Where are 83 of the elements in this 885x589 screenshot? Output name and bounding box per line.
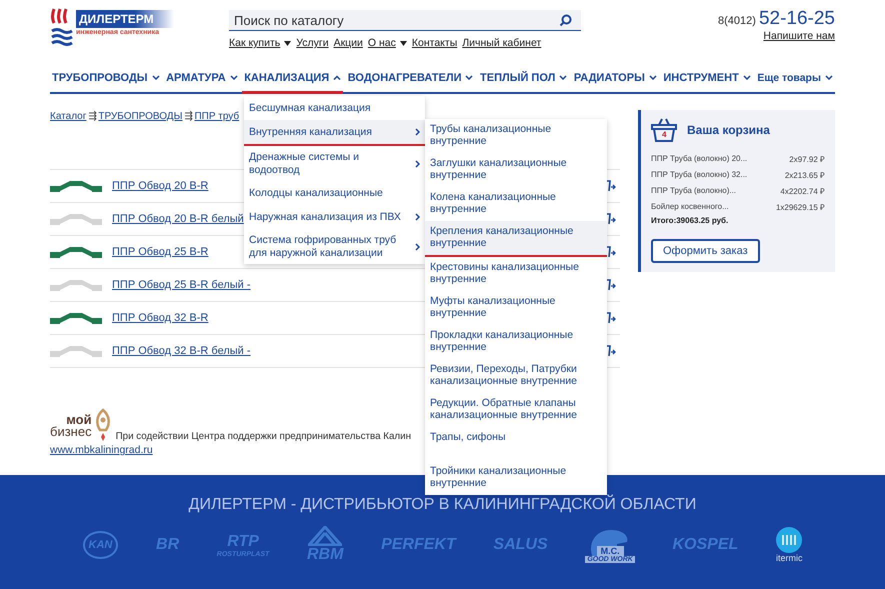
product-link[interactable]: ППР Обвод 25 B-R <box>112 246 208 258</box>
cart-item-name: ППР Труба (волокно)... <box>651 186 736 194</box>
phone-number: 52-16-25 <box>758 8 835 30</box>
menu-item[interactable]: Трапы, сифоны <box>425 427 607 461</box>
chevron-right-icon <box>415 160 420 168</box>
nav-tab[interactable]: ТЕПЛЫЙ ПОЛ <box>478 64 570 94</box>
breadcrumb-link[interactable]: Каталог <box>50 110 86 122</box>
add-to-cart-icon[interactable] <box>604 245 616 259</box>
chevron-right-icon <box>415 213 420 222</box>
menu-item[interactable]: Прокладки канализационные внутренние <box>425 325 607 359</box>
caret-icon <box>400 40 407 46</box>
product-link[interactable]: ППР Обвод 25 B-R белый - <box>112 279 251 291</box>
menu-item[interactable]: Крепления канализационные внутренние <box>425 221 607 257</box>
nav-tab[interactable]: ВОДОНАГРЕВАТЕЛИ <box>346 64 476 94</box>
menu-item[interactable]: Система гофрированных труб для наружной канализации <box>244 229 425 264</box>
add-to-cart-icon[interactable] <box>604 212 616 226</box>
cart-title: Ваша корзина <box>687 123 770 137</box>
chevron-down-icon <box>742 75 751 80</box>
support-link[interactable]: www.mbkaliningrad.ru <box>50 444 153 456</box>
cart-item-name: ППР Труба (волокно) 20... <box>651 154 748 162</box>
menu-item[interactable]: Наружная канализация из ПВХ <box>244 205 425 230</box>
cart-item-name: ППР Труба (волокно) 32... <box>651 170 748 178</box>
nav-tab[interactable]: Еще товары <box>755 64 835 94</box>
breadcrumb-link[interactable]: ТРУБОПРОВОДЫ <box>98 110 182 122</box>
cart-item-name: Бойлер косвенного... <box>651 202 729 210</box>
checkout-button[interactable]: Оформить заказ <box>651 239 760 263</box>
menu-item[interactable]: Внутренняя канализация <box>244 120 425 146</box>
search-field[interactable]: Поиск по каталогу <box>229 10 581 31</box>
chevron-down-icon <box>152 75 160 80</box>
chevron-down-icon <box>559 75 568 80</box>
cart-total: Итого:39063.25 руб. <box>651 216 730 225</box>
product-link[interactable]: ППР Обвод 32 B-R белый - <box>112 345 251 357</box>
nav-tab[interactable]: ИНСТРУМЕНТ <box>661 64 753 94</box>
menu-item[interactable]: Муфты канализационные внутренние <box>425 291 607 325</box>
add-to-cart-icon[interactable] <box>604 179 616 193</box>
menu-item[interactable]: Колена канализационные внутренние <box>425 187 607 221</box>
top-link[interactable]: Услуги <box>296 37 329 49</box>
menu-item[interactable]: Бесшумная канализация <box>244 96 425 120</box>
footer-title: ДИЛЕРТЕРМ - ДИСТРИБЬЮТОР В КАЛИНИНГРАДСКОЙ ОБЛАСТИ <box>188 496 696 514</box>
support-logo: мой бизнес <box>50 408 112 442</box>
top-link[interactable]: Личный кабинет <box>462 37 542 49</box>
chevron-down-icon <box>465 75 474 80</box>
add-to-cart-icon[interactable] <box>604 311 616 325</box>
support-text: При содействии Центра поддержки предпринимательства Калин <box>116 431 412 442</box>
chevron-right-icon <box>415 242 420 251</box>
nav-tab[interactable]: АРМАТУРА <box>164 64 240 94</box>
chevron-right-icon <box>415 128 420 136</box>
phone-code: 8(4012) <box>718 15 756 27</box>
menu-item[interactable]: Крестовины канализационные внутренние <box>425 257 607 291</box>
chevron-down-icon <box>648 75 657 80</box>
menu-item[interactable]: Тройники канализационные внутренние <box>425 461 607 495</box>
caret-icon <box>284 40 292 46</box>
add-to-cart-icon[interactable] <box>604 344 616 358</box>
cart-item-price: 1x29629.15 ₽ <box>776 202 825 212</box>
nav-tab[interactable]: РАДИАТОРЫ <box>572 64 659 94</box>
menu-item[interactable]: Дренажные системы и водоотвод <box>244 146 425 182</box>
chevron-down-icon <box>230 75 238 80</box>
add-to-cart-icon[interactable] <box>604 278 616 292</box>
top-link[interactable]: Контакты <box>412 37 458 49</box>
menu-item[interactable]: Заглушки канализационные внутренние <box>425 153 607 187</box>
search-icon[interactable] <box>559 14 572 27</box>
menu-item[interactable]: Колодцы канализационные <box>244 181 425 206</box>
breadcrumb-separator: ⇶ <box>184 110 192 122</box>
top-link[interactable]: О нас <box>368 37 407 49</box>
top-link[interactable]: Акции <box>334 37 363 49</box>
menu-item[interactable]: Редукции. Обратные клапаны канализационные внутренние <box>425 393 607 427</box>
cart-item-price: 2x97.92 ₽ <box>789 154 825 164</box>
menu-item[interactable]: Ревизии, Переходы, Патрубки канализационные внутренние <box>425 359 607 393</box>
breadcrumb-link[interactable]: ППР труб <box>194 110 240 122</box>
logo-icon <box>50 8 74 46</box>
chevron-down-icon <box>824 75 833 80</box>
nav-tab[interactable]: ТРУБОПРОВОДЫ <box>50 64 162 94</box>
breadcrumb-separator: ⇶ <box>88 110 96 122</box>
product-link[interactable]: ППР Обвод 20 B-R <box>112 180 208 192</box>
product-link[interactable]: ППР Обвод 32 B-R <box>112 312 208 324</box>
write-us-link[interactable]: Напишите нам <box>763 30 835 42</box>
menu-item[interactable]: Трубы канализационные внутренние <box>425 119 607 153</box>
product-link[interactable]: ППР Обвод 20 B-R белый <box>112 213 244 225</box>
top-link[interactable]: Как купить <box>229 37 292 49</box>
cart-item-price: 4x2202.74 ₽ <box>780 186 825 196</box>
chevron-up-icon <box>333 75 342 80</box>
logo-name: ДИЛЕРТЕРМ <box>76 10 174 28</box>
cart-item-price: 2x213.65 ₽ <box>784 170 825 180</box>
